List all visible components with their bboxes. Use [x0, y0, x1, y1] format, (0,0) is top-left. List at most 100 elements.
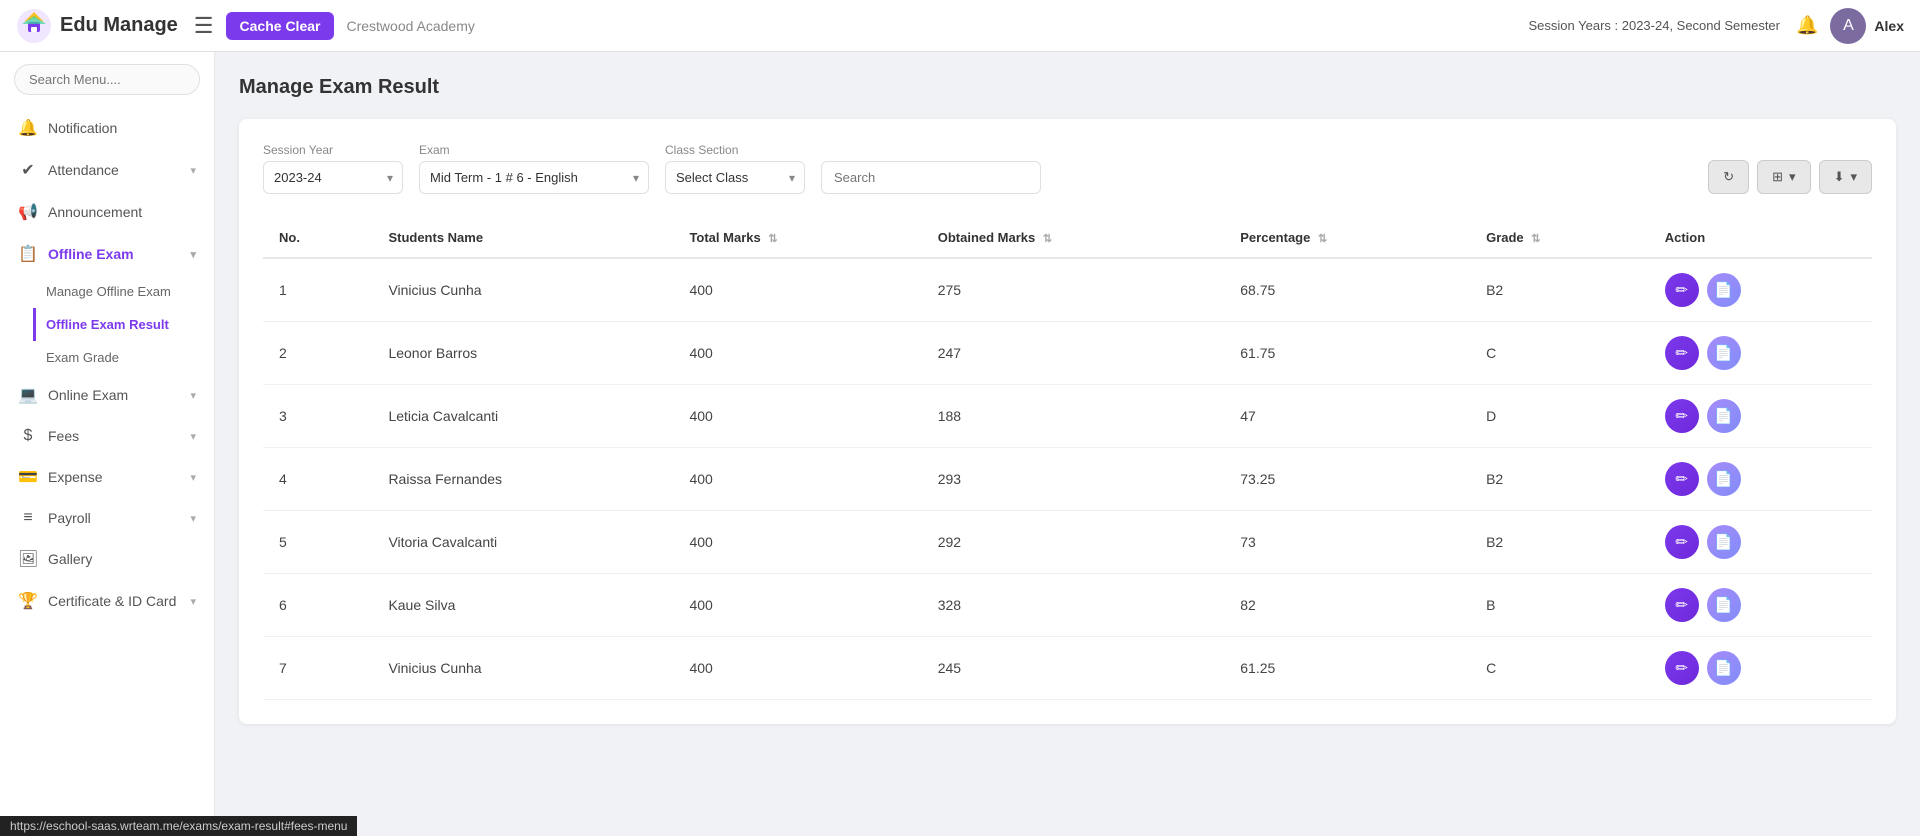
sidebar-search-input[interactable] — [14, 64, 200, 95]
export-chevron: ▾ — [1850, 169, 1857, 185]
table-row: 4 Raissa Fernandes 400 293 73.25 B2 ✏ 📄 — [263, 448, 1872, 511]
sidebar: 🔔 Notification ✔ Attendance ▾ 📢 Announce… — [0, 52, 215, 836]
top-navigation: Edu Manage ☰ Cache Clear Crestwood Acade… — [0, 0, 1920, 52]
table-row: 1 Vinicius Cunha 400 275 68.75 B2 ✏ 📄 — [263, 258, 1872, 322]
document-button[interactable]: 📄 — [1707, 588, 1741, 622]
edit-button[interactable]: ✏ — [1665, 273, 1699, 307]
table-row: 5 Vitoria Cavalcanti 400 292 73 B2 ✏ 📄 — [263, 511, 1872, 574]
exam-select-wrap: Mid Term - 1 # 6 - English Final Term — [419, 161, 649, 194]
online-exam-icon: 💻 — [18, 385, 38, 405]
sidebar-item-manage-offline-exam[interactable]: Manage Offline Exam — [46, 275, 214, 308]
payroll-icon: ≡ — [18, 509, 38, 527]
cell-grade: B2 — [1470, 511, 1649, 574]
action-cell: ✏ 📄 — [1665, 273, 1856, 307]
cell-percentage: 61.25 — [1224, 637, 1470, 700]
sidebar-item-payroll[interactable]: ≡ Payroll ▾ — [0, 498, 214, 538]
sidebar-item-fees[interactable]: $ Fees ▾ — [0, 416, 214, 456]
col-total: Total Marks ⇅ — [673, 218, 921, 258]
action-cell: ✏ 📄 — [1665, 399, 1856, 433]
sidebar-item-notification[interactable]: 🔔 Notification — [0, 107, 214, 149]
cell-obtained: 293 — [922, 448, 1225, 511]
cell-total: 400 — [673, 322, 921, 385]
certificate-icon: 🏆 — [18, 591, 38, 611]
refresh-button[interactable]: ↻ — [1708, 160, 1749, 194]
sidebar-item-gallery[interactable]: 🖼 Gallery — [0, 538, 214, 580]
chevron-down-icon-4: ▾ — [190, 430, 196, 443]
action-buttons: ↻ ⊞ ▾ ⬇ ▾ — [1708, 160, 1872, 194]
cell-no: 4 — [263, 448, 372, 511]
sidebar-payroll-label: Payroll — [48, 510, 180, 526]
cell-action: ✏ 📄 — [1649, 258, 1872, 322]
cell-grade: B — [1470, 574, 1649, 637]
document-button[interactable]: 📄 — [1707, 273, 1741, 307]
sidebar-item-expense[interactable]: 💳 Expense ▾ — [0, 456, 214, 498]
cell-name: Leticia Cavalcanti — [372, 385, 673, 448]
cell-percentage: 73 — [1224, 511, 1470, 574]
edit-button[interactable]: ✏ — [1665, 462, 1699, 496]
document-button[interactable]: 📄 — [1707, 462, 1741, 496]
edit-button[interactable]: ✏ — [1665, 651, 1699, 685]
cell-obtained: 188 — [922, 385, 1225, 448]
class-section-filter: Class Section Select Class Class 6A Clas… — [665, 143, 805, 194]
sidebar-item-offline-exam[interactable]: 📋 Offline Exam ▾ — [0, 233, 214, 275]
document-button[interactable]: 📄 — [1707, 525, 1741, 559]
document-button[interactable]: 📄 — [1707, 336, 1741, 370]
sidebar-offline-exam-label: Offline Exam — [48, 246, 180, 262]
cell-grade: B2 — [1470, 258, 1649, 322]
exam-select[interactable]: Mid Term - 1 # 6 - English Final Term — [419, 161, 649, 194]
sidebar-item-attendance[interactable]: ✔ Attendance ▾ — [0, 149, 214, 191]
edit-button[interactable]: ✏ — [1665, 399, 1699, 433]
cell-percentage: 68.75 — [1224, 258, 1470, 322]
class-section-select[interactable]: Select Class Class 6A Class 6B — [665, 161, 805, 194]
cell-no: 2 — [263, 322, 372, 385]
cell-grade: D — [1470, 385, 1649, 448]
sidebar-item-announcement[interactable]: 📢 Announcement — [0, 191, 214, 233]
expense-icon: 💳 — [18, 467, 38, 487]
user-avatar-wrap[interactable]: A Alex — [1830, 8, 1904, 44]
exam-filter: Exam Mid Term - 1 # 6 - English Final Te… — [419, 143, 649, 194]
cell-grade: C — [1470, 322, 1649, 385]
class-section-label: Class Section — [665, 143, 805, 157]
sort-icon-grade: ⇅ — [1531, 233, 1540, 245]
col-name: Students Name — [372, 218, 673, 258]
sidebar-online-exam-label: Online Exam — [48, 387, 180, 403]
sidebar-item-certificate[interactable]: 🏆 Certificate & ID Card ▾ — [0, 580, 214, 622]
search-input[interactable] — [821, 161, 1041, 194]
session-year-select[interactable]: 2022-23 2023-24 2024-25 — [263, 161, 403, 194]
grid-view-button[interactable]: ⊞ ▾ — [1757, 160, 1810, 194]
sidebar-item-offline-exam-result[interactable]: Offline Exam Result — [33, 308, 214, 341]
sidebar-notification-label: Notification — [48, 120, 196, 136]
user-name: Alex — [1874, 18, 1904, 34]
hamburger-icon[interactable]: ☰ — [194, 13, 214, 39]
cell-no: 6 — [263, 574, 372, 637]
grid-icon: ⊞ — [1772, 169, 1783, 185]
action-cell: ✏ 📄 — [1665, 651, 1856, 685]
table-row: 3 Leticia Cavalcanti 400 188 47 D ✏ 📄 — [263, 385, 1872, 448]
sort-icon-obtained: ⇅ — [1043, 233, 1052, 245]
sidebar-search-wrap — [0, 52, 214, 107]
cell-action: ✏ 📄 — [1649, 322, 1872, 385]
cell-obtained: 245 — [922, 637, 1225, 700]
chevron-down-icon-2: ▾ — [190, 248, 196, 261]
edit-button[interactable]: ✏ — [1665, 588, 1699, 622]
export-button[interactable]: ⬇ ▾ — [1819, 160, 1872, 194]
cell-grade: B2 — [1470, 448, 1649, 511]
edit-button[interactable]: ✏ — [1665, 336, 1699, 370]
edit-button[interactable]: ✏ — [1665, 525, 1699, 559]
notification-sidebar-icon: 🔔 — [18, 118, 38, 138]
cell-no: 5 — [263, 511, 372, 574]
col-percentage: Percentage ⇅ — [1224, 218, 1470, 258]
table-body: 1 Vinicius Cunha 400 275 68.75 B2 ✏ 📄 2 … — [263, 258, 1872, 700]
cache-clear-button[interactable]: Cache Clear — [226, 12, 335, 40]
grid-chevron: ▾ — [1789, 169, 1796, 185]
class-section-select-wrap: Select Class Class 6A Class 6B — [665, 161, 805, 194]
notification-icon[interactable]: 🔔 — [1796, 15, 1818, 36]
document-button[interactable]: 📄 — [1707, 399, 1741, 433]
cell-action: ✏ 📄 — [1649, 448, 1872, 511]
sidebar-item-exam-grade[interactable]: Exam Grade — [46, 341, 214, 374]
cell-percentage: 47 — [1224, 385, 1470, 448]
document-button[interactable]: 📄 — [1707, 651, 1741, 685]
cell-name: Vinicius Cunha — [372, 258, 673, 322]
sidebar-item-online-exam[interactable]: 💻 Online Exam ▾ — [0, 374, 214, 416]
table-row: 7 Vinicius Cunha 400 245 61.25 C ✏ 📄 — [263, 637, 1872, 700]
